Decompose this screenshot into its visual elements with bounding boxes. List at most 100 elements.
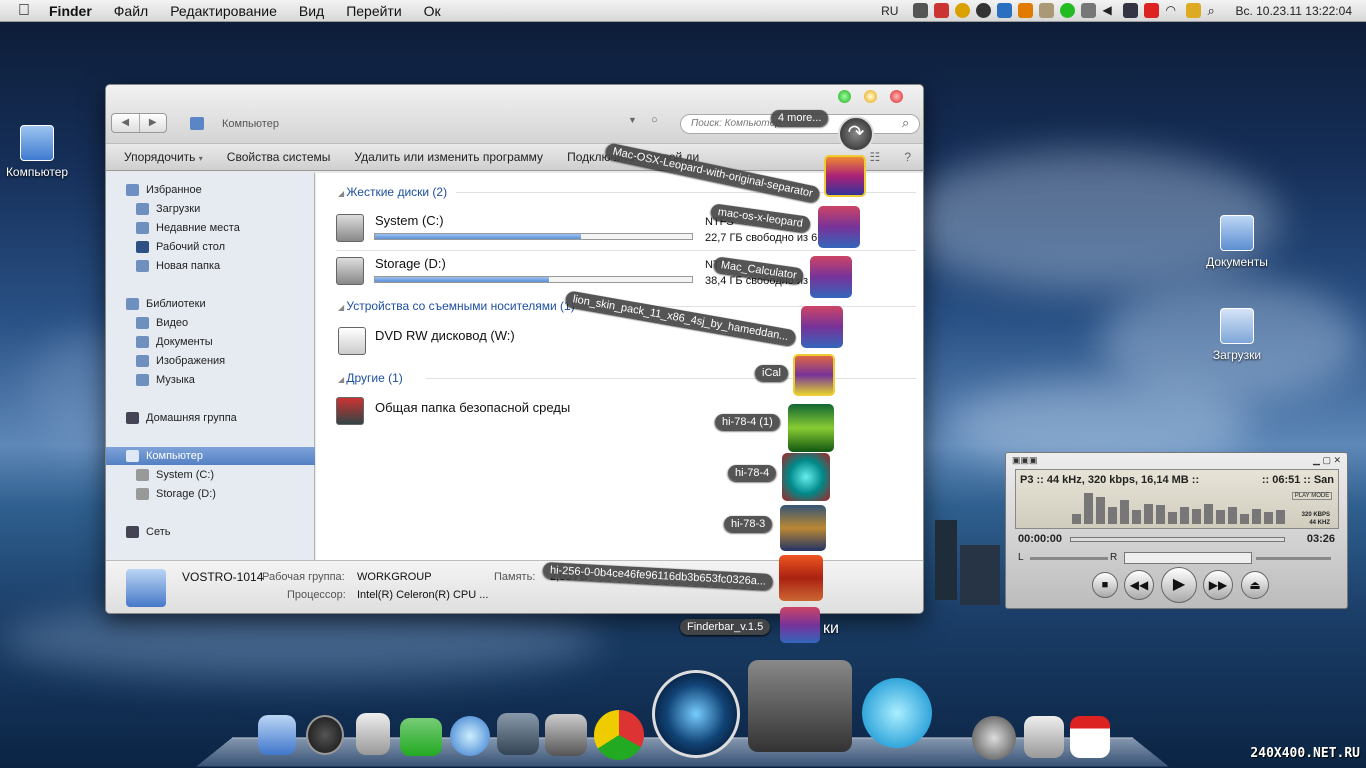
minimize-button[interactable] <box>864 90 877 103</box>
sidebar-item-video[interactable]: Видео <box>106 314 315 332</box>
breadcrumb[interactable]: Компьютер <box>222 118 279 130</box>
sidebar-item-system-c[interactable]: System (C:) <box>106 466 315 484</box>
downloads-stack-dock-icon[interactable] <box>748 660 852 752</box>
menu-file[interactable]: Файл <box>103 3 159 19</box>
display-icon[interactable] <box>1123 3 1139 18</box>
menu-edit[interactable]: Редактирование <box>159 3 288 19</box>
player-menu-icon[interactable]: ▣▣▣ <box>1012 455 1038 466</box>
wifi-icon[interactable]: ◠ <box>1165 3 1180 18</box>
game-icon[interactable] <box>788 404 834 452</box>
sidebar-libraries[interactable]: Библиотеки <box>106 295 315 313</box>
sidebar-item-storage-d[interactable]: Storage (D:) <box>106 485 315 503</box>
play-mode-label[interactable]: PLAY MODE <box>1292 492 1332 500</box>
system-preferences-dock-icon[interactable] <box>545 714 587 756</box>
status-icon-2[interactable] <box>934 3 950 18</box>
winrar-archive-icon[interactable] <box>810 256 852 298</box>
system-properties-button[interactable]: Свойства системы <box>215 150 343 164</box>
forward-button[interactable]: ▶ <box>140 114 167 132</box>
sidebar-network[interactable]: Сеть <box>106 523 315 541</box>
game-icon[interactable] <box>780 505 826 551</box>
desktop-documents[interactable]: Документы <box>1200 215 1274 269</box>
winrar-archive-icon[interactable] <box>793 354 835 396</box>
battery-icon[interactable] <box>1186 3 1202 18</box>
status-icon-9[interactable] <box>1081 3 1097 18</box>
game-icon[interactable] <box>779 555 823 601</box>
status-icon-4[interactable] <box>976 3 992 18</box>
stack-item-label[interactable]: hi-78-4 <box>728 465 777 481</box>
sidebar-item-pictures[interactable]: Изображения <box>106 352 315 370</box>
help-icon[interactable]: ? <box>892 150 923 164</box>
finder-dock-icon[interactable] <box>258 715 296 755</box>
refresh-icon[interactable]: ○ <box>651 114 658 126</box>
other-item-name[interactable]: Общая папка безопасной среды <box>375 400 570 415</box>
previous-button[interactable]: ◀◀ <box>1124 570 1154 600</box>
sidebar-item-desktop[interactable]: Рабочий стол <box>106 238 315 256</box>
uninstall-program-button[interactable]: Удалить или изменить программу <box>342 150 555 164</box>
apple-menu-icon[interactable]:  <box>0 2 38 20</box>
group-removable[interactable]: Устройства со съемными носителями (1) <box>338 299 574 313</box>
desktop-computer[interactable]: Компьютер <box>4 125 70 179</box>
sidebar-item-new-folder[interactable]: Новая папка <box>106 257 315 275</box>
network-icon[interactable] <box>1144 3 1160 18</box>
status-icon-5[interactable] <box>997 3 1013 18</box>
stop-button[interactable]: ■ <box>1092 572 1118 598</box>
menu-app-name[interactable]: Finder <box>38 3 103 19</box>
organize-button[interactable]: Упорядочить ▾ <box>112 150 215 164</box>
back-button[interactable]: ◀ <box>112 114 140 132</box>
chrome-dock-icon[interactable] <box>594 710 644 760</box>
itunes-dock-icon[interactable] <box>652 670 740 758</box>
group-hard-disks[interactable]: Жесткие диски (2) <box>338 185 447 199</box>
menu-window[interactable]: Ок <box>413 3 452 19</box>
status-icon-8[interactable] <box>1060 3 1076 18</box>
winrar-archive-icon[interactable] <box>818 206 860 248</box>
equalizer-buttons[interactable] <box>1124 552 1252 564</box>
sidebar-homegroup[interactable]: Домашняя группа <box>106 409 315 427</box>
dashboard-dock-icon[interactable] <box>306 715 344 755</box>
volume-icon[interactable]: ◀ <box>1102 3 1117 18</box>
sidebar-item-recent[interactable]: Недавние места <box>106 219 315 237</box>
launchpad-dock-icon[interactable] <box>972 716 1016 760</box>
ical-dock-icon[interactable] <box>1070 716 1110 758</box>
activity-monitor-dock-icon[interactable] <box>400 718 442 756</box>
balance-slider[interactable] <box>1030 557 1108 560</box>
stack-more-button[interactable]: 4 more... <box>771 110 829 126</box>
play-button[interactable]: ▶ <box>1161 567 1197 603</box>
sidebar-favorites[interactable]: Избранное <box>106 181 315 199</box>
iphoto-dock-icon[interactable] <box>497 713 539 755</box>
trash-dock-icon[interactable] <box>1024 716 1064 758</box>
stack-item-label[interactable]: hi-78-3 <box>724 516 773 532</box>
winrar-archive-icon[interactable] <box>801 306 843 348</box>
drive-name[interactable]: Storage (D:) <box>375 256 446 271</box>
winrar-archive-icon[interactable] <box>824 155 866 197</box>
status-icon-7[interactable] <box>1039 3 1055 18</box>
game-icon[interactable] <box>782 453 830 501</box>
stack-item-label[interactable]: Finderbar_v.1.5 <box>680 619 771 635</box>
group-other[interactable]: Другие (1) <box>338 371 402 385</box>
safari-dock-icon[interactable] <box>450 716 490 756</box>
eject-button[interactable]: ⏏ <box>1241 571 1269 599</box>
status-icon-3[interactable] <box>955 3 971 18</box>
dropdown-arrow-icon[interactable]: ▼ <box>628 115 637 125</box>
sidebar-computer[interactable]: Компьютер <box>106 447 315 465</box>
desktop-downloads[interactable]: Загрузки <box>1200 308 1274 362</box>
status-icon-6[interactable] <box>1018 3 1034 18</box>
open-in-finder-icon[interactable]: ↷ <box>838 116 874 152</box>
spotlight-search-icon[interactable]: ⌕ <box>1207 3 1222 18</box>
seek-bar[interactable] <box>1070 537 1285 542</box>
winrar-archive-icon[interactable] <box>780 607 820 643</box>
input-language[interactable]: RU <box>881 4 898 18</box>
stack-item-label[interactable]: hi-78-4 (1) <box>715 414 780 430</box>
menu-go[interactable]: Перейти <box>335 3 412 19</box>
dvd-drive-name[interactable]: DVD RW дисковод (W:) <box>375 328 515 343</box>
menu-view[interactable]: Вид <box>288 3 335 19</box>
sidebar-item-documents[interactable]: Документы <box>106 333 315 351</box>
volume-slider[interactable] <box>1256 557 1331 560</box>
zoom-button[interactable] <box>838 90 851 103</box>
sidebar-item-downloads[interactable]: Загрузки <box>106 200 315 218</box>
status-icon-1[interactable] <box>913 3 929 18</box>
player-window-controls[interactable]: ▁ ▢ ✕ <box>1313 455 1341 466</box>
calculator-dock-icon[interactable] <box>356 713 390 755</box>
next-button[interactable]: ▶▶ <box>1203 570 1233 600</box>
close-button[interactable] <box>890 90 903 103</box>
skype-dock-icon[interactable] <box>862 678 932 748</box>
